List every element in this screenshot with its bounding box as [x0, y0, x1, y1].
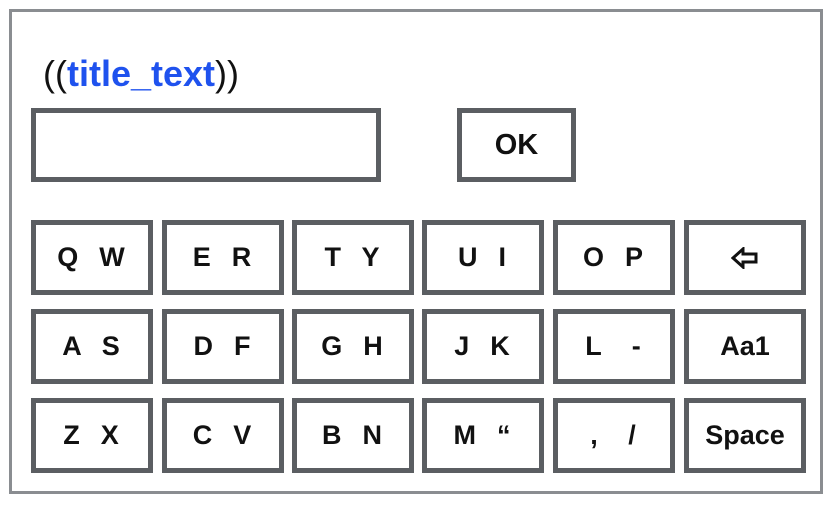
key-b-n[interactable]: B N: [292, 398, 414, 473]
key-z-x[interactable]: Z X: [31, 398, 153, 473]
dialog-title: ((title_text)): [43, 52, 239, 96]
key-m-quote[interactable]: M “: [422, 398, 544, 473]
title-open-parens: ((: [43, 53, 67, 94]
key-e-r[interactable]: E R: [162, 220, 284, 295]
key-q-w[interactable]: Q W: [31, 220, 153, 295]
backspace-arrow-icon: [731, 246, 758, 269]
key-j-k[interactable]: J K: [422, 309, 544, 384]
key-d-f[interactable]: D F: [162, 309, 284, 384]
text-entry-field[interactable]: [31, 108, 381, 182]
key-o-p[interactable]: O P: [553, 220, 675, 295]
title-close-parens: )): [215, 53, 240, 94]
key-space[interactable]: Space: [684, 398, 806, 473]
key-comma-slash[interactable]: , /: [553, 398, 675, 473]
on-screen-keyboard: Q W E R T Y U I O P A S D F G H J K L - …: [31, 220, 808, 473]
ok-button[interactable]: OK: [457, 108, 576, 182]
title-variable: title_text: [66, 53, 216, 94]
key-t-y[interactable]: T Y: [292, 220, 414, 295]
key-c-v[interactable]: C V: [162, 398, 284, 473]
key-g-h[interactable]: G H: [292, 309, 414, 384]
key-u-i[interactable]: U I: [422, 220, 544, 295]
key-a-s[interactable]: A S: [31, 309, 153, 384]
key-mode-toggle[interactable]: Aa1: [684, 309, 806, 384]
key-l-dash[interactable]: L -: [553, 309, 675, 384]
key-backspace[interactable]: [684, 220, 806, 295]
